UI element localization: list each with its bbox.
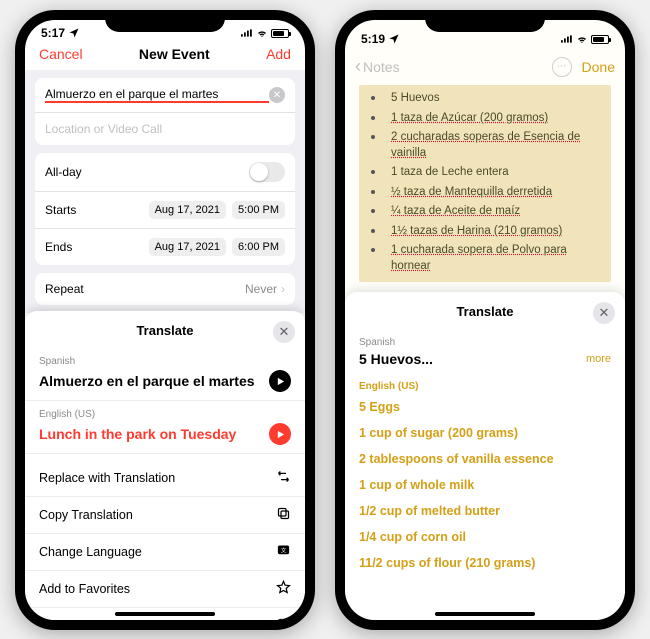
starts-time[interactable]: 5:00 PM xyxy=(232,201,285,219)
clear-text-icon[interactable]: ✕ xyxy=(269,87,285,103)
cancel-button[interactable]: Cancel xyxy=(39,46,83,62)
ends-date[interactable]: Aug 17, 2021 xyxy=(149,238,226,256)
target-lang-label: English (US) xyxy=(39,409,291,420)
action-label: Open in Translate xyxy=(39,619,276,620)
starts-label: Starts xyxy=(45,203,143,217)
battery-icon xyxy=(271,29,289,38)
target-block: English (US) Lunch in the park on Tuesda… xyxy=(25,401,305,454)
action-label: Change Language xyxy=(39,545,276,559)
phone-frame-left: 5:17 Cancel New Event Add xyxy=(15,10,315,630)
translation-item: 11/2 cups of flour (210 grams) xyxy=(359,550,611,576)
source-block: Spanish Almuerzo en el parque el martes xyxy=(25,348,305,401)
starts-row[interactable]: Starts Aug 17, 2021 5:00 PM xyxy=(35,192,295,229)
play-source-button[interactable] xyxy=(269,370,291,392)
ends-label: Ends xyxy=(45,240,143,254)
translate-title: Translate xyxy=(456,304,513,319)
repeat-value: Never xyxy=(245,282,277,296)
action-label: Add to Favorites xyxy=(39,582,276,596)
all-day-row: All-day xyxy=(35,153,295,192)
all-day-toggle[interactable] xyxy=(249,162,285,182)
note-body[interactable]: 5 Huevos 1 taza de Azúcar (200 gramos) 2… xyxy=(345,83,625,284)
location-row[interactable]: Location or Video Call xyxy=(35,113,295,145)
wifi-icon xyxy=(256,27,268,39)
battery-icon xyxy=(591,35,609,44)
target-text: Lunch in the park on Tuesday xyxy=(39,426,269,442)
list-item: 1 taza de Leche entera xyxy=(365,163,605,183)
notch xyxy=(105,10,225,32)
home-indicator[interactable] xyxy=(115,612,215,616)
screen-right: 5:19 ‹ Notes ⋯ Done xyxy=(345,20,625,620)
done-button[interactable]: Done xyxy=(582,59,615,75)
translation-item: 1/2 cup of melted butter xyxy=(359,498,611,524)
list-item: 1½ tazas de Harina (210 gramos) xyxy=(365,222,605,242)
replace-with-translation-button[interactable]: Replace with Translation xyxy=(25,460,305,497)
chevron-right-icon: › xyxy=(281,282,285,296)
translation-item: 1/4 cup of corn oil xyxy=(359,524,611,550)
selected-text: 5 Huevos 1 taza de Azúcar (200 gramos) 2… xyxy=(359,85,611,282)
repeat-row[interactable]: Repeat Never › xyxy=(35,273,295,305)
ends-row[interactable]: Ends Aug 17, 2021 6:00 PM xyxy=(35,229,295,265)
list-item: 2 cucharadas soperas de Esencia de vaini… xyxy=(365,128,605,163)
external-link-icon xyxy=(276,617,291,620)
list-item: ¼ taza de Aceite de maíz xyxy=(365,202,605,222)
home-indicator[interactable] xyxy=(435,612,535,616)
screen-left: 5:17 Cancel New Event Add xyxy=(25,20,305,620)
page-title: New Event xyxy=(139,46,210,62)
status-time: 5:19 xyxy=(361,32,385,46)
ends-time[interactable]: 6:00 PM xyxy=(232,238,285,256)
starts-date[interactable]: Aug 17, 2021 xyxy=(149,201,226,219)
translate-sheet: Translate ✕ Spanish 5 Huevos... more Eng… xyxy=(345,292,625,620)
change-language-button[interactable]: Change Language 文 xyxy=(25,534,305,571)
replace-icon xyxy=(276,469,291,487)
star-icon xyxy=(276,580,291,598)
action-label: Replace with Translation xyxy=(39,471,276,485)
all-day-label: All-day xyxy=(45,165,249,179)
translation-item: 5 Eggs xyxy=(359,394,611,420)
notes-nav: ‹ Notes ⋯ Done xyxy=(345,52,625,83)
source-text: 5 Huevos... xyxy=(359,351,586,367)
list-item: 1 cucharada sopera de Polvo para hornear xyxy=(365,241,605,276)
location-arrow-icon xyxy=(68,27,80,39)
close-sheet-button[interactable]: ✕ xyxy=(273,321,295,343)
target-lang-label: English (US) xyxy=(359,381,611,392)
language-icon: 文 xyxy=(276,543,291,561)
translate-title: Translate xyxy=(136,323,193,338)
list-item: ½ taza de Mantequilla derretida xyxy=(365,183,605,203)
close-sheet-button[interactable]: ✕ xyxy=(593,302,615,324)
source-lang-label: Spanish xyxy=(359,337,611,348)
source-text: Almuerzo en el parque el martes xyxy=(39,373,269,389)
translation-list: 5 Eggs 1 cup of sugar (200 grams) 2 tabl… xyxy=(345,394,625,586)
location-arrow-icon xyxy=(388,33,400,45)
copy-icon xyxy=(276,506,291,524)
copy-translation-button[interactable]: Copy Translation xyxy=(25,497,305,534)
translation-item: 1 cup of whole milk xyxy=(359,472,611,498)
add-to-favorites-button[interactable]: Add to Favorites xyxy=(25,571,305,608)
list-item: 5 Huevos xyxy=(365,89,605,109)
action-label: Copy Translation xyxy=(39,508,276,522)
phone-frame-right: 5:19 ‹ Notes ⋯ Done xyxy=(335,10,635,630)
status-time: 5:17 xyxy=(41,26,65,40)
translation-item: 2 tablespoons of vanilla essence xyxy=(359,446,611,472)
translate-sheet: Translate ✕ Spanish Almuerzo en el parqu… xyxy=(25,311,305,620)
add-button[interactable]: Add xyxy=(266,46,291,62)
signal-icon xyxy=(241,27,253,39)
play-target-button[interactable] xyxy=(269,423,291,445)
repeat-label: Repeat xyxy=(45,282,245,296)
more-options-button[interactable]: ⋯ xyxy=(552,57,572,77)
chevron-left-icon[interactable]: ‹ xyxy=(355,56,361,77)
title-input[interactable]: Almuerzo en el parque el martes xyxy=(45,87,269,103)
new-event-nav: Cancel New Event Add xyxy=(25,40,305,70)
event-title-row[interactable]: Almuerzo en el parque el martes ✕ xyxy=(35,78,295,113)
source-block: Spanish 5 Huevos... more xyxy=(345,329,625,375)
list-item: 1 taza de Azúcar (200 gramos) xyxy=(365,109,605,129)
translation-item: 1 cup of sugar (200 grams) xyxy=(359,420,611,446)
more-button[interactable]: more xyxy=(586,353,611,365)
back-button[interactable]: Notes xyxy=(363,59,400,75)
source-lang-label: Spanish xyxy=(39,356,291,367)
location-input[interactable]: Location or Video Call xyxy=(45,122,162,136)
notch xyxy=(425,10,545,32)
signal-icon xyxy=(561,33,573,45)
wifi-icon xyxy=(576,33,588,45)
event-form: Almuerzo en el parque el martes ✕ Locati… xyxy=(25,70,305,313)
